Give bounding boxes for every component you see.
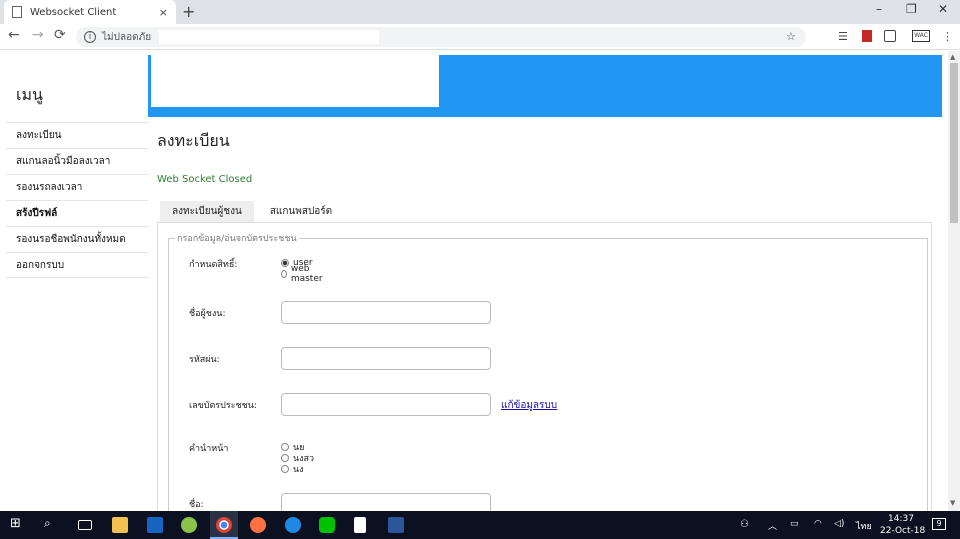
prefix-option-mrs[interactable]: นง xyxy=(281,463,314,475)
sidebar-item-create-profile[interactable]: สร้งปีรฟล์ xyxy=(6,200,148,226)
edge-icon[interactable] xyxy=(285,517,301,533)
windows-start-icon[interactable]: ⊞ xyxy=(10,516,26,532)
sidebar-heading: เมนู xyxy=(16,85,43,104)
browser-tab[interactable]: Websocket Client × xyxy=(4,0,176,24)
clock-date[interactable]: 22-Oct-18 xyxy=(880,526,925,536)
radio-icon[interactable] xyxy=(281,464,289,473)
role-option-label: web master xyxy=(290,263,323,284)
windows-taskbar: ⊞ ⌕ ⚇ ︿ ▭ ◠ ◁) ไทย 14:37 22-Oct-18 9 xyxy=(0,511,960,539)
password-label: รหัสผ่น: xyxy=(189,355,220,365)
fieldset-legend: กรอกข้อมูล/อ่นจกบัตรประชชน xyxy=(177,234,297,244)
tab-scan-passport[interactable]: สแกนพสปอร์ต xyxy=(258,201,344,223)
radio-icon[interactable] xyxy=(281,269,287,278)
reload-button[interactable]: ⟳ xyxy=(54,27,66,43)
sidebar-item-register[interactable]: ลงทะเบียน xyxy=(6,122,148,148)
form-panel: กรอกข้อมูล/อ่นจกบัตรประชชน กำหนดสิทธิ์: … xyxy=(157,222,932,511)
id-card-input[interactable] xyxy=(281,393,491,416)
websocket-status: Web Socket Closed xyxy=(157,174,253,185)
role-option-webmaster[interactable]: web master xyxy=(281,264,325,284)
password-input[interactable] xyxy=(281,347,491,370)
back-button[interactable]: ← xyxy=(8,27,20,43)
outlook-icon[interactable] xyxy=(147,517,163,533)
scrollbar-thumb[interactable] xyxy=(950,63,958,223)
role-radio-group: user web master xyxy=(281,257,325,284)
close-window-button[interactable]: ✕ xyxy=(938,2,948,16)
first-name-input[interactable] xyxy=(281,493,491,511)
web-page: เมนู ลงทะเบียน สแกนลอนิ้วมือลงเวลา รองนร… xyxy=(0,51,948,511)
scroll-down-icon[interactable]: ▼ xyxy=(950,499,955,507)
word-icon[interactable] xyxy=(388,517,404,533)
address-bar[interactable]: i ไม่ปลอดภัย xyxy=(76,27,806,47)
tab-register-user[interactable]: ลงทะเบียนผู้ชงน xyxy=(160,201,254,223)
info-icon[interactable]: i xyxy=(84,31,96,43)
notepad-icon[interactable] xyxy=(354,517,366,533)
app-icon[interactable] xyxy=(181,517,197,533)
new-tab-button[interactable]: + xyxy=(182,2,195,21)
username-input[interactable] xyxy=(281,301,491,324)
battery-icon[interactable]: ▭ xyxy=(790,519,799,529)
page-scrollbar[interactable]: ▲ ▼ xyxy=(948,51,960,511)
header-banner xyxy=(148,55,942,117)
main-content: ลงทะเบียน Web Socket Closed ลงทะเบียนผู้… xyxy=(157,129,937,511)
banner-logo-area xyxy=(151,55,439,107)
pdf-extension-icon[interactable] xyxy=(862,30,872,42)
name-label: ชื่อ: xyxy=(189,500,204,510)
tray-chevron-icon[interactable]: ︿ xyxy=(768,519,777,532)
form-tabs: ลงทะเบียนผู้ชงน สแกนพสปอร์ต xyxy=(160,201,937,223)
prefix-option-label: นง xyxy=(293,464,304,475)
sidebar-item-time-report[interactable]: รองนรถลงเวลา xyxy=(6,174,148,200)
tab-close-icon[interactable]: × xyxy=(159,6,168,19)
edit-data-link[interactable]: แก้ข้อมูลรบบ xyxy=(501,398,557,413)
wac-extension-icon[interactable]: WAC xyxy=(912,30,930,42)
extension-icon[interactable] xyxy=(884,30,896,42)
role-label: กำหนดสิทธิ์: xyxy=(189,260,238,270)
sidebar: เมนู ลงทะเบียน สแกนลอนิ้วมือลงเวลา รองนร… xyxy=(6,71,148,278)
notification-icon[interactable]: 9 xyxy=(932,518,946,530)
wifi-icon[interactable]: ◠ xyxy=(814,519,822,529)
search-icon[interactable]: ⌕ xyxy=(44,516,60,532)
url-text[interactable] xyxy=(159,30,380,44)
sidebar-item-employee-list[interactable]: รองนรอชือพนักงนทั้งหมด xyxy=(6,226,148,252)
radio-selected-icon[interactable] xyxy=(281,258,289,267)
sidebar-item-fingerprint-scan[interactable]: สแกนลอนิ้วมือลงเวลา xyxy=(6,148,148,174)
security-label: ไม่ปลอดภัย xyxy=(102,31,152,43)
scroll-up-icon[interactable]: ▲ xyxy=(950,53,955,61)
page-icon xyxy=(12,6,22,18)
username-label: ชื่อผู้ชงน: xyxy=(189,309,226,319)
bookmark-star-icon[interactable]: ☆ xyxy=(786,30,796,43)
prefix-radio-group: นย นงสว นง xyxy=(281,441,314,475)
radio-icon[interactable] xyxy=(281,442,289,451)
sidebar-item-logout[interactable]: ออกจกรบบ xyxy=(6,252,148,278)
firefox-icon[interactable] xyxy=(250,517,266,533)
volume-icon[interactable]: ◁) xyxy=(834,519,844,529)
language-indicator[interactable]: ไทย xyxy=(856,519,872,533)
prefix-label: คำนำหน้า xyxy=(189,444,229,454)
task-view-icon[interactable] xyxy=(78,520,92,530)
browser-toolbar: ← → ⟳ i ไม่ปลอดภัย ☆ ☰ WAC ⋮ xyxy=(0,24,960,50)
people-icon[interactable]: ⚇ xyxy=(740,519,749,530)
maximize-button[interactable]: ❐ xyxy=(906,2,917,16)
file-explorer-icon[interactable] xyxy=(112,517,128,533)
extension-list-icon[interactable]: ☰ xyxy=(838,30,848,43)
line-icon[interactable] xyxy=(319,517,335,533)
chrome-menu-icon[interactable]: ⋮ xyxy=(942,30,953,43)
id-label: เลขบัตรประชชน: xyxy=(189,401,257,411)
clock-time[interactable]: 14:37 xyxy=(888,514,914,524)
forward-button[interactable]: → xyxy=(32,27,44,43)
chrome-icon[interactable] xyxy=(216,517,232,533)
tab-title: Websocket Client xyxy=(30,6,117,18)
page-title: ลงทะเบียน xyxy=(157,131,230,150)
radio-icon[interactable] xyxy=(281,453,289,462)
browser-tab-strip: Websocket Client × + – ❐ ✕ xyxy=(0,0,960,24)
register-fieldset: กรอกข้อมูล/อ่นจกบัตรประชชน กำหนดสิทธิ์: … xyxy=(168,231,928,511)
minimize-button[interactable]: – xyxy=(876,2,882,16)
